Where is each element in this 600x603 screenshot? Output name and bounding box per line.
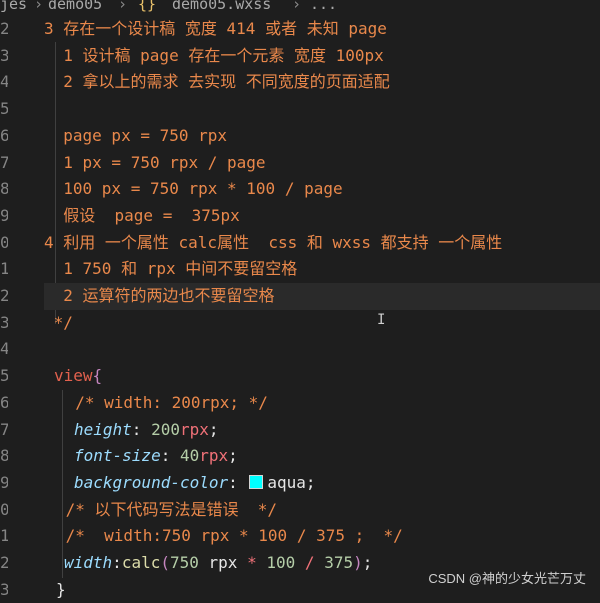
number-token: 750 xyxy=(169,553,199,572)
breadcrumb-item-file[interactable]: demo05.wxss xyxy=(172,0,271,12)
line-number: 6 xyxy=(0,125,8,145)
code-line-selector[interactable]: view{ xyxy=(54,363,600,390)
code-line[interactable] xyxy=(44,96,600,123)
line-number: 3 xyxy=(0,579,8,599)
code-line-background-color[interactable]: background-color: aqua; xyxy=(74,470,600,497)
code-line[interactable]: 1 750 和 rpx 中间不要留空格 xyxy=(44,256,600,283)
line-number: 0 xyxy=(0,232,8,252)
line-number: 2 xyxy=(0,286,8,305)
line-number: 2 xyxy=(0,19,8,38)
value-token: aqua xyxy=(267,472,306,492)
code-line-active[interactable]: 2 运算符的两边也不要留空格 xyxy=(44,283,600,310)
line-number: 7 xyxy=(0,419,8,439)
line-number: 4 xyxy=(0,339,8,359)
number-token: 100 xyxy=(266,553,296,572)
code-line[interactable]: 4 利用 一个属性 calc属性 css 和 wxss 都支持 一个属性 xyxy=(44,230,600,257)
number-token: 375 xyxy=(324,553,354,572)
selector-token: view xyxy=(54,366,93,386)
function-token: calc xyxy=(121,553,161,572)
breadcrumb-item-demo05[interactable]: demo05 xyxy=(48,0,102,12)
unit-token: rpx xyxy=(179,419,209,439)
line-number: 9 xyxy=(0,472,8,492)
breadcrumb: jes › demo05 › {} demo05.wxss › ... xyxy=(0,0,600,14)
code-line[interactable] xyxy=(44,336,600,363)
braces-icon: {} xyxy=(138,0,157,13)
code-line[interactable]: 1 设计稿 page 存在一个元素 宽度 100px xyxy=(44,43,600,70)
line-number: 3 xyxy=(0,45,8,65)
breadcrumb-item-folder[interactable]: jes xyxy=(0,0,27,12)
code-line-comment[interactable]: /* width: 200rpx; */ xyxy=(56,390,600,417)
property-token: font-size xyxy=(74,446,161,466)
number-token: 200 xyxy=(151,419,180,439)
watermark: CSDN @神的少女光芒万丈 xyxy=(428,571,586,586)
line-number: 0 xyxy=(0,499,8,519)
text-cursor-icon: I xyxy=(377,312,386,328)
line-number: 8 xyxy=(0,179,8,199)
operator-token: / xyxy=(304,553,315,572)
color-swatch-icon[interactable] xyxy=(249,475,264,490)
unit-token: rpx xyxy=(208,553,238,572)
line-number: 9 xyxy=(0,205,8,225)
code-line[interactable]: 100 px = 750 rpx * 100 / page xyxy=(44,176,600,203)
code-line-comment[interactable]: /* width:750 rpx * 100 / 375 ; */ xyxy=(56,523,600,550)
code-line[interactable]: page px = 750 rpx xyxy=(44,123,600,150)
line-number: 2 xyxy=(0,553,8,572)
code-line[interactable]: */ xyxy=(44,310,600,337)
breadcrumb-separator: › xyxy=(118,0,128,13)
code-line[interactable]: 假设 page = 375px xyxy=(44,203,600,230)
breadcrumb-separator: › xyxy=(34,0,44,13)
number-token: 40 xyxy=(179,446,200,466)
code-line-comment[interactable]: /* 以下代码写法是错误 */ xyxy=(56,497,600,524)
line-number: 8 xyxy=(0,446,8,466)
line-number: 3 xyxy=(0,312,8,332)
line-number-gutter: 2 3 4 5 6 7 8 9 0 1 2 3 4 5 6 7 8 9 0 1 … xyxy=(0,14,40,599)
property-token: background-color xyxy=(74,472,229,492)
line-number: 6 xyxy=(0,392,8,412)
line-number: 1 xyxy=(0,259,8,279)
line-number: 4 xyxy=(0,72,8,92)
line-number: 1 xyxy=(0,526,8,546)
unit-token: rpx xyxy=(199,446,229,466)
code-line-height[interactable]: height: 200rpx; xyxy=(74,417,600,444)
code-line[interactable]: 1 px = 750 rpx / page xyxy=(44,150,600,177)
brace-token: { xyxy=(92,366,103,386)
line-number: 5 xyxy=(0,366,8,386)
code-line[interactable]: 2 拿以上的需求 去实现 不同宽度的页面适配 xyxy=(44,69,600,96)
line-number: 7 xyxy=(0,152,8,172)
line-number: 5 xyxy=(0,99,8,119)
breadcrumb-item-more[interactable]: ... xyxy=(310,0,337,12)
breadcrumb-separator: › xyxy=(292,0,302,13)
property-token: width xyxy=(64,553,113,572)
property-token: height xyxy=(74,419,132,439)
operator-token: * xyxy=(247,553,257,572)
code-line-font-size[interactable]: font-size: 40rpx; xyxy=(74,443,600,470)
code-line[interactable]: 3 存在一个设计稿 宽度 414 或者 未知 page xyxy=(44,16,600,43)
